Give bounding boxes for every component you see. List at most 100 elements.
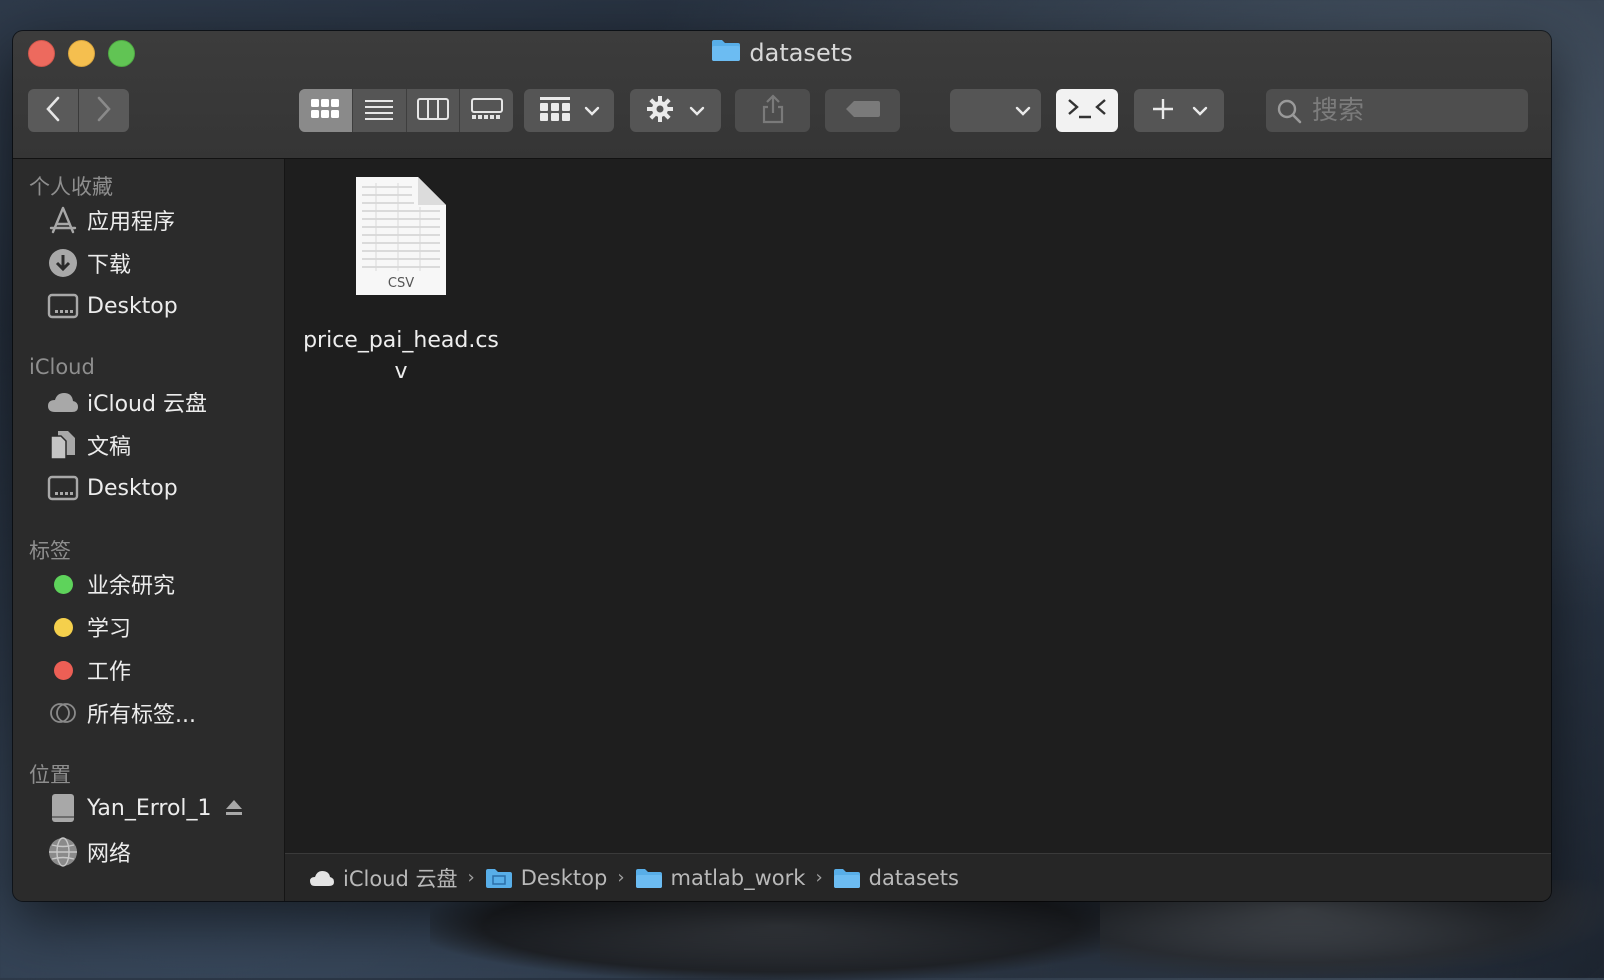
sidebar-item-label: Yan_Errol_1 (87, 795, 212, 821)
documents-icon (47, 429, 79, 461)
forward-button[interactable] (79, 89, 129, 132)
sidebar-item-label: Desktop (87, 293, 178, 319)
search-icon (1276, 98, 1302, 124)
sidebar-item-icloud-desktop[interactable]: Desktop (47, 471, 178, 505)
sidebar-tag-hobby-research[interactable]: 业余研究 (47, 567, 175, 601)
sidebar-item-icloud-drive[interactable]: iCloud 云盘 (47, 385, 207, 419)
sidebar-item-label: 学习 (87, 617, 132, 642)
chevron-right-icon: › (617, 867, 625, 888)
tag-button[interactable] (825, 89, 900, 132)
plus-icon (1151, 97, 1175, 125)
new-item-dropdown[interactable] (1134, 89, 1224, 132)
toolbar: datasets (13, 31, 1551, 159)
terminal-button[interactable] (1056, 89, 1118, 132)
sidebar-item-label: 网络 (87, 842, 132, 867)
sidebar-item-label: 应用程序 (87, 210, 176, 235)
group-by-dropdown[interactable] (524, 89, 614, 132)
chevron-down-icon (584, 101, 600, 120)
favorites-section-title: 个人收藏 (29, 175, 113, 199)
cloud-icon (309, 869, 335, 887)
disk-icon (47, 792, 79, 824)
window-title: datasets (13, 37, 1551, 70)
gallery-icon (470, 97, 503, 124)
locations-section-title: 位置 (29, 763, 71, 787)
window-title-text: datasets (749, 39, 853, 67)
sidebar-item-desktop[interactable]: Desktop (47, 289, 178, 323)
list-icon (364, 98, 394, 124)
view-mode-group (299, 89, 513, 132)
desktop-folder-icon (485, 867, 513, 889)
chevron-right-icon: › (467, 867, 475, 888)
sidebar-item-label: 工作 (87, 660, 132, 685)
path-crumb-datasets[interactable]: datasets (833, 866, 959, 890)
column-view-button[interactable] (407, 89, 461, 132)
crumb-label: matlab_work (670, 865, 806, 890)
search-box (1266, 89, 1528, 132)
sidebar-tag-study[interactable]: 学习 (47, 610, 131, 644)
network-globe-icon (47, 836, 79, 868)
finder-window: datasets 搜索 个人收藏 应用程序 下载 Desktop iCloud … (13, 31, 1551, 901)
applications-icon (47, 204, 79, 236)
crumb-label: iCloud 云盘 (343, 866, 458, 891)
sidebar-item-disk[interactable]: Yan_Errol_1 (47, 791, 267, 825)
sidebar-item-network[interactable]: 网络 (47, 835, 131, 869)
tag-icon (845, 99, 881, 123)
file-browser-area: CSV price_pai_head.csv (285, 159, 1551, 853)
folder-icon (635, 867, 663, 889)
sidebar-tag-work[interactable]: 工作 (47, 653, 131, 687)
chevron-down-icon (1015, 101, 1031, 120)
gallery-view-button[interactable] (460, 89, 513, 132)
sidebar-item-downloads[interactable]: 下载 (47, 246, 131, 280)
sort-dropdown[interactable] (950, 89, 1041, 132)
cloud-icon (47, 386, 79, 418)
columns-icon (416, 97, 449, 124)
share-icon (761, 93, 785, 128)
all-tags-icon (47, 697, 79, 729)
crumb-label: datasets (868, 865, 959, 890)
tag-dot-red (47, 654, 79, 686)
path-crumb-matlab-work[interactable]: matlab_work (635, 865, 806, 890)
tag-dot-green (47, 568, 79, 600)
terminal-icon (1065, 95, 1109, 127)
sidebar-item-label: 下载 (87, 253, 132, 278)
sidebar-item-label: iCloud 云盘 (87, 392, 207, 417)
eject-icon[interactable] (225, 797, 243, 822)
folder-icon (833, 867, 861, 889)
tag-dot-yellow (47, 611, 79, 643)
csv-file-icon: CSV (356, 177, 446, 295)
gear-icon (646, 95, 674, 127)
desktop-icon (47, 472, 79, 504)
sidebar-item-applications[interactable]: 应用程序 (47, 203, 175, 237)
sidebar-all-tags[interactable]: 所有标签... (47, 696, 196, 730)
group-grid-icon (539, 96, 571, 126)
chevron-down-icon (689, 101, 705, 120)
sidebar-item-label: Desktop (87, 475, 178, 501)
back-button[interactable] (28, 89, 79, 132)
crumb-label: Desktop (520, 865, 608, 890)
sidebar-item-label: 文稿 (87, 435, 132, 460)
sidebar: 个人收藏 应用程序 下载 Desktop iCloud iCloud 云盘 文稿… (13, 159, 285, 901)
file-type-label: CSV (387, 276, 415, 291)
sidebar-item-documents[interactable]: 文稿 (47, 428, 131, 462)
nav-button-group (28, 89, 129, 132)
list-view-button[interactable] (353, 89, 407, 132)
path-crumb-desktop[interactable]: Desktop (485, 865, 608, 890)
icon-view-button[interactable] (299, 89, 353, 132)
file-name: price_pai_head.csv (303, 328, 499, 384)
search-input[interactable] (1310, 94, 1514, 127)
chevron-down-icon (1192, 101, 1208, 120)
chevron-right-icon: › (815, 867, 823, 888)
sidebar-item-label: 业余研究 (87, 574, 176, 599)
file-item[interactable]: CSV price_pai_head.csv (297, 177, 505, 387)
path-crumb-icloud[interactable]: iCloud 云盘 (309, 863, 458, 893)
download-icon (47, 247, 79, 279)
sidebar-item-label: 所有标签... (87, 703, 196, 728)
action-dropdown[interactable] (630, 89, 721, 132)
share-button[interactable] (735, 89, 810, 132)
desktop-icon (47, 290, 79, 322)
icloud-section-title: iCloud (29, 355, 95, 379)
folder-icon (711, 38, 741, 70)
chevron-left-icon (45, 96, 61, 126)
tags-section-title: 标签 (29, 539, 71, 563)
path-bar: iCloud 云盘 › Desktop › matlab_work › data… (285, 853, 1551, 901)
